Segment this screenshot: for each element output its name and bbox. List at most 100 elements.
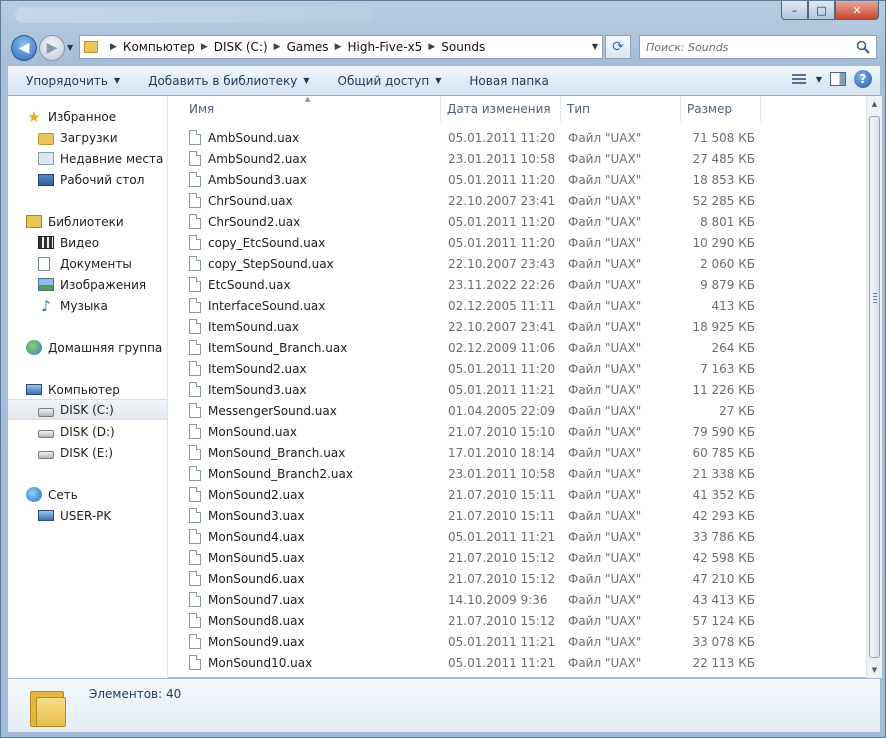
maximize-button[interactable]: □ bbox=[808, 1, 835, 20]
file-name: ChrSound.uax bbox=[208, 193, 293, 208]
file-icon bbox=[189, 235, 201, 250]
refresh-button[interactable]: ⟳ bbox=[605, 35, 631, 59]
add-to-library-button[interactable]: Добавить в библиотеку ▼ bbox=[138, 70, 319, 92]
file-row[interactable]: MonSound.uax 21.07.2010 15:10 Файл "UAX" 79… bbox=[169, 421, 866, 442]
file-row[interactable]: AmbSound3.uax 05.01.2011 11:20 Файл "UAX" 1… bbox=[169, 169, 866, 190]
nav-downloads[interactable]: Загрузки bbox=[38, 127, 167, 148]
nav-libraries[interactable]: Библиотеки bbox=[26, 211, 167, 232]
column-header-size[interactable]: Размер bbox=[681, 96, 761, 122]
close-button[interactable]: ✕ bbox=[835, 1, 879, 20]
file-row[interactable]: MonSound9.uax 05.01.2011 11:21 Файл "UAX" 3… bbox=[169, 631, 866, 652]
file-row[interactable]: ItemSound_Branch.uax 02.12.2009 11:06 Файл… bbox=[169, 337, 866, 358]
minimize-button[interactable]: – bbox=[781, 1, 808, 20]
address-bar[interactable]: ▶ Компьютер ▶ DISK (C:) ▶ Games ▶ High-F… bbox=[79, 35, 603, 59]
nav-computer[interactable]: Компьютер bbox=[26, 379, 167, 400]
file-row[interactable]: MonSound6.uax 21.07.2010 15:12 Файл "UAX" 4… bbox=[169, 568, 866, 589]
back-button[interactable]: ◀ bbox=[11, 35, 37, 61]
file-row[interactable]: MonSound3.uax 21.07.2010 15:11 Файл "UAX" 4… bbox=[169, 505, 866, 526]
vertical-scrollbar[interactable]: ▲ ▼ bbox=[866, 96, 882, 678]
file-date: 23.01.2011 10:58 bbox=[448, 466, 556, 481]
file-row[interactable]: copy_StepSound.uax 22.10.2007 23:43 Файл "… bbox=[169, 253, 866, 274]
help-icon[interactable]: ? bbox=[854, 70, 872, 88]
file-row[interactable]: copy_EtcSound.uax 05.01.2011 11:20 Файл "U… bbox=[169, 232, 866, 253]
file-name-cell: MonSound9.uax bbox=[169, 634, 441, 649]
nav-disk-e[interactable]: DISK (E:) bbox=[38, 442, 167, 463]
chevron-right-icon[interactable]: ▶ bbox=[335, 42, 342, 52]
breadcrumb-sounds[interactable]: Sounds bbox=[441, 40, 485, 54]
chevron-right-icon[interactable]: ▶ bbox=[110, 42, 117, 52]
nav-images[interactable]: Изображения bbox=[38, 274, 167, 295]
breadcrumb-games[interactable]: Games bbox=[287, 40, 329, 54]
file-name: copy_EtcSound.uax bbox=[208, 235, 326, 250]
search-input[interactable] bbox=[646, 40, 846, 54]
nav-music[interactable]: ♪ Музыка bbox=[38, 295, 167, 316]
nav-video[interactable]: Видео bbox=[38, 232, 167, 253]
nav-label: DISK (D:) bbox=[60, 424, 115, 439]
file-row[interactable]: MonSound7.uax 14.10.2009 9:36 Файл "UAX" 43… bbox=[169, 589, 866, 610]
file-name-cell: ItemSound2.uax bbox=[169, 361, 441, 376]
view-dropdown-icon[interactable]: ▼ bbox=[816, 75, 822, 84]
file-row[interactable]: ItemSound2.uax 05.01.2011 11:20 Файл "UAX"… bbox=[169, 358, 866, 379]
file-row[interactable]: MessengerSound.uax 01.04.2005 22:09 Файл "… bbox=[169, 400, 866, 421]
scroll-down-icon[interactable]: ▼ bbox=[870, 666, 879, 674]
view-options-icon[interactable] bbox=[791, 72, 808, 86]
file-date: 05.01.2011 11:21 bbox=[448, 382, 556, 397]
file-icon bbox=[189, 193, 201, 208]
nav-network[interactable]: Сеть bbox=[26, 484, 167, 505]
nav-user-pk[interactable]: USER-PK bbox=[38, 505, 167, 526]
scroll-thumb[interactable] bbox=[869, 116, 880, 658]
nav-label: Избранное bbox=[48, 109, 117, 124]
file-row[interactable]: ItemSound3.uax 05.01.2011 11:21 Файл "UAX"… bbox=[169, 379, 866, 400]
new-folder-button[interactable]: Новая папка bbox=[459, 70, 558, 92]
music-icon: ♪ bbox=[41, 296, 51, 315]
file-row[interactable]: ChrSound.uax 22.10.2007 23:41 Файл "UAX" 52… bbox=[169, 190, 866, 211]
file-row[interactable]: AmbSound2.uax 23.01.2011 10:58 Файл "UAX" 2… bbox=[169, 148, 866, 169]
nav-documents[interactable]: Документы bbox=[38, 253, 167, 274]
folder-icon bbox=[38, 132, 54, 145]
file-list: Имя Дата изменения Тип Размер ▲ AmbSound… bbox=[169, 96, 866, 678]
scroll-up-icon[interactable]: ▲ bbox=[870, 100, 879, 108]
nav-desktop[interactable]: Рабочий стол bbox=[38, 169, 167, 190]
file-row[interactable]: ChrSound2.uax 05.01.2011 11:20 Файл "UAX" 8… bbox=[169, 211, 866, 232]
file-row[interactable]: InterfaceSound.uax 02.12.2005 11:11 Файл "… bbox=[169, 295, 866, 316]
file-row[interactable]: MonSound5.uax 21.07.2010 15:12 Файл "UAX" 4… bbox=[169, 547, 866, 568]
breadcrumb-computer[interactable]: Компьютер bbox=[123, 40, 195, 54]
search-icon[interactable] bbox=[856, 40, 870, 54]
file-date: 05.01.2011 11:21 bbox=[448, 634, 556, 649]
organize-button[interactable]: Упорядочить ▼ bbox=[16, 70, 130, 92]
file-size: 79 590 КБ bbox=[692, 424, 755, 439]
nav-disk-d[interactable]: DISK (D:) bbox=[38, 421, 167, 442]
chevron-right-icon[interactable]: ▶ bbox=[201, 42, 208, 52]
breadcrumb-high-five[interactable]: High-Five-x5 bbox=[347, 40, 422, 54]
file-name-cell: MonSound6.uax bbox=[169, 571, 441, 586]
chevron-right-icon[interactable]: ▶ bbox=[428, 42, 435, 52]
file-row[interactable]: ItemSound.uax 22.10.2007 23:41 Файл "UAX" 1… bbox=[169, 316, 866, 337]
nav-label: Недавние места bbox=[60, 151, 164, 166]
file-row[interactable]: MonSound8.uax 21.07.2010 15:12 Файл "UAX" 5… bbox=[169, 610, 866, 631]
recent-pages-dropdown[interactable]: ▼ bbox=[67, 43, 73, 52]
nav-recent-places[interactable]: Недавние места bbox=[38, 148, 167, 169]
breadcrumb-disk-c[interactable]: DISK (C:) bbox=[214, 40, 268, 54]
file-row[interactable]: EtcSound.uax 23.11.2022 22:26 Файл "UAX" 9 … bbox=[169, 274, 866, 295]
share-button[interactable]: Общий доступ ▼ bbox=[328, 70, 452, 92]
file-row[interactable]: MonSound_Branch2.uax 23.01.2011 10:58 Файл… bbox=[169, 463, 866, 484]
file-name: MonSound2.uax bbox=[208, 487, 305, 502]
file-row[interactable]: MonSound4.uax 05.01.2011 11:21 Файл "UAX" 3… bbox=[169, 526, 866, 547]
file-date: 05.01.2011 11:21 bbox=[448, 655, 556, 670]
nav-homegroup[interactable]: Домашняя группа bbox=[26, 337, 167, 358]
file-row[interactable]: MonSound_Branch.uax 17.01.2010 18:14 Файл … bbox=[169, 442, 866, 463]
file-row[interactable]: AmbSound.uax 05.01.2011 11:20 Файл "UAX" 71… bbox=[169, 127, 866, 148]
forward-button[interactable]: ▶ bbox=[39, 35, 65, 61]
file-size: 21 338 КБ bbox=[692, 466, 755, 481]
preview-pane-icon[interactable] bbox=[830, 72, 846, 86]
chevron-right-icon[interactable]: ▶ bbox=[274, 42, 281, 52]
file-row[interactable]: MonSound10.uax 05.01.2011 11:21 Файл "UAX"… bbox=[169, 652, 866, 673]
file-icon bbox=[189, 571, 201, 586]
arrow-left-icon: ◀ bbox=[18, 40, 30, 56]
column-header-type[interactable]: Тип bbox=[561, 96, 681, 122]
nav-favorites[interactable]: ★ Избранное bbox=[26, 106, 167, 127]
chevron-down-icon[interactable]: ▼ bbox=[592, 42, 598, 51]
nav-disk-c[interactable]: DISK (C:) bbox=[8, 399, 167, 420]
file-row[interactable]: MonSound2.uax 21.07.2010 15:11 Файл "UAX" 4… bbox=[169, 484, 866, 505]
column-header-date[interactable]: Дата изменения bbox=[441, 96, 561, 122]
